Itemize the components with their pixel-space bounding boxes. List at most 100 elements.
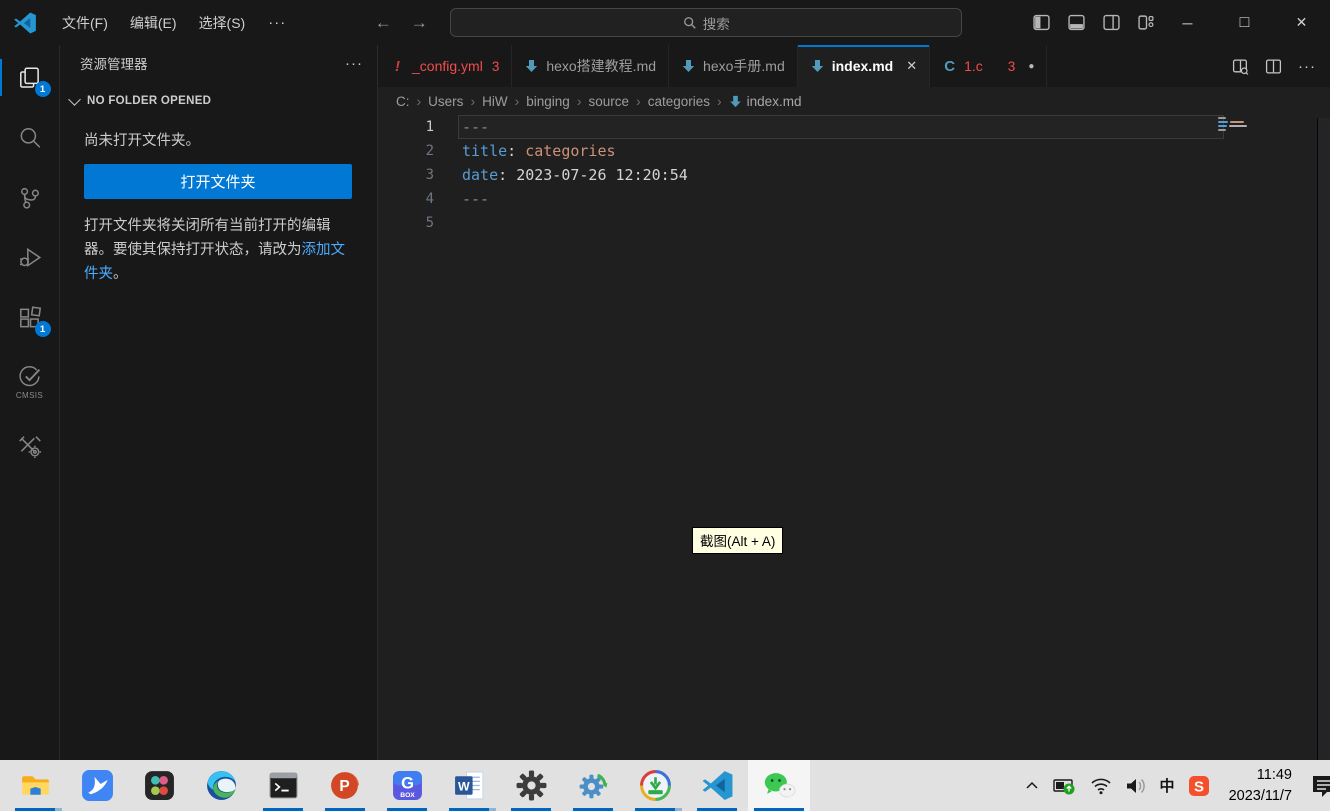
tab-hexo-tutorial-md[interactable]: hexo搭建教程.md (512, 45, 669, 87)
background-window-edge (1317, 118, 1330, 760)
code-token: 2023-07-26 12:20:54 (516, 166, 688, 184)
taskbar-settings[interactable] (500, 760, 562, 811)
taskbar-vscode[interactable] (686, 760, 748, 811)
menu-file[interactable]: 文件(F) (51, 8, 119, 38)
code-editor[interactable]: 1 --- 2 title: categories 3 date: 2023-0… (378, 115, 1330, 760)
activitybar-search[interactable] (0, 113, 60, 162)
tab-hexo-manual-md[interactable]: hexo手册.md (669, 45, 798, 87)
ime-indicator[interactable]: 中 (1160, 775, 1175, 796)
toggle-sidebar-icon[interactable] (1033, 14, 1050, 31)
windows-taskbar: P G BOX W (0, 760, 1330, 811)
screenshot-hotkey-tooltip: 截图(Alt + A) (692, 527, 783, 554)
tab-error-count: 3 (492, 59, 500, 74)
taskbar-word[interactable]: W (438, 760, 500, 811)
open-preview-icon[interactable] (1232, 58, 1249, 75)
tab-1-c[interactable]: C 1.c 3 ● (930, 45, 1047, 87)
line-number: 2 (378, 139, 434, 163)
activitybar-run-debug[interactable] (0, 233, 60, 282)
minimize-button[interactable]: ─ (1159, 0, 1216, 45)
tab-label: index.md (832, 58, 893, 74)
taskbar-davinci-resolve[interactable] (128, 760, 190, 811)
tab-config-yml[interactable]: ! _config.yml 3 (378, 45, 512, 87)
search-placeholder: 搜索 (703, 13, 730, 33)
tab-error-count: 3 (1008, 59, 1016, 74)
code-line: 5 (378, 211, 1330, 235)
crumb-users[interactable]: Users (428, 94, 463, 109)
tray-wifi-icon[interactable] (1090, 777, 1112, 795)
split-editor-icon[interactable] (1265, 58, 1282, 75)
code-token: categories (525, 142, 615, 160)
crumb-categories[interactable]: categories (648, 94, 710, 109)
powerpoint-letter: P (339, 778, 349, 795)
menu-edit[interactable]: 编辑(E) (119, 8, 188, 38)
menu-more-button[interactable]: ··· (256, 9, 298, 36)
command-center-search[interactable]: 搜索 (450, 8, 962, 37)
no-folder-text: 尚未打开文件夹。 (84, 129, 352, 150)
activitybar-cmsis[interactable]: CMSIS (0, 353, 60, 411)
activitybar-source-control[interactable] (0, 173, 60, 222)
crumb-separator: › (717, 93, 722, 109)
crumb-hiw[interactable]: HiW (482, 94, 508, 109)
chevron-down-icon (68, 93, 81, 106)
notification-center-icon[interactable] (1311, 773, 1330, 799)
taskbar-terminal[interactable] (252, 760, 314, 811)
tab-label: hexo搭建教程.md (546, 56, 656, 76)
taskbar-powerpoint[interactable]: P (314, 760, 376, 811)
crumb-drive[interactable]: C: (396, 94, 410, 109)
taskbar-gbox[interactable]: G BOX (376, 760, 438, 811)
tray-volume-icon[interactable] (1125, 777, 1147, 795)
line-number: 5 (378, 211, 434, 235)
activity-bar: 1 1 (0, 45, 60, 760)
sidebar-more-actions[interactable]: ··· (345, 55, 363, 72)
open-folder-note: 打开文件夹将关闭所有当前打开的编辑器。要使其保持打开状态，请改为添加文件夹。 (84, 215, 352, 287)
menu-selection[interactable]: 选择(S) (188, 8, 257, 38)
customize-layout-icon[interactable] (1138, 14, 1155, 31)
tab-index-md-active[interactable]: index.md ✕ (798, 45, 930, 87)
note-text: 打开文件夹将关闭所有当前打开的编辑器。要使其保持打开状态，请改为 (84, 218, 331, 258)
back-arrow-icon[interactable]: ← (370, 13, 396, 33)
code-line: 3 date: 2023-07-26 12:20:54 (378, 163, 1330, 187)
crumb-separator: › (636, 93, 641, 109)
taskbar-idm[interactable] (624, 760, 686, 811)
tab-label: _config.yml (412, 58, 483, 74)
crumb-binging[interactable]: binging (526, 94, 570, 109)
tray-clock[interactable]: 11:49 2023/11/7 (1229, 765, 1292, 806)
tray-chevron-up-icon[interactable] (1024, 778, 1040, 794)
modified-dot-icon[interactable]: ● (1028, 61, 1034, 72)
activitybar-extensions[interactable]: 1 (0, 293, 60, 342)
sogou-input-icon[interactable]: S (1188, 775, 1210, 797)
crumb-source[interactable]: source (589, 94, 630, 109)
note-period: 。 (113, 266, 128, 282)
taskbar-wechat-active[interactable] (748, 760, 810, 811)
tray-security-battery-icon[interactable] (1053, 776, 1077, 796)
forward-arrow-icon[interactable]: → (406, 13, 432, 33)
more-actions-icon[interactable]: ··· (1298, 58, 1316, 75)
toggle-panel-icon[interactable] (1068, 14, 1085, 31)
minimap[interactable] (1218, 117, 1252, 133)
taskbar-driver-manager[interactable] (562, 760, 624, 811)
crumb-file[interactable]: index.md (729, 94, 802, 109)
code-token: : (507, 142, 525, 160)
open-folder-button[interactable]: 打开文件夹 (84, 164, 352, 199)
activitybar-explorer[interactable]: 1 (0, 53, 60, 102)
taskbar-file-explorer[interactable] (4, 760, 66, 811)
search-icon (683, 16, 697, 30)
vscode-logo-icon (13, 11, 37, 35)
c-file-icon: C (942, 58, 957, 75)
section-label: NO FOLDER OPENED (87, 95, 211, 107)
activitybar-embedded-tools[interactable] (0, 422, 60, 471)
maximize-button[interactable]: □ (1216, 0, 1273, 45)
toggle-secondary-sidebar-icon[interactable] (1103, 14, 1120, 31)
tray-date: 2023/11/7 (1229, 786, 1292, 806)
taskbar-thunder[interactable] (66, 760, 128, 811)
tools-gear-icon (17, 434, 43, 460)
sidebar-explorer: 资源管理器 ··· NO FOLDER OPENED 尚未打开文件夹。 打开文件… (60, 45, 378, 760)
close-button[interactable]: ✕ (1273, 0, 1330, 45)
section-no-folder-opened[interactable]: NO FOLDER OPENED (60, 89, 377, 113)
code-line: 4 --- (378, 187, 1330, 211)
tab-close-icon[interactable]: ✕ (906, 58, 917, 74)
powerpoint-icon: P (329, 769, 362, 802)
taskbar-edge[interactable] (190, 760, 252, 811)
markdown-icon (681, 59, 696, 73)
file-explorer-icon (19, 769, 52, 802)
